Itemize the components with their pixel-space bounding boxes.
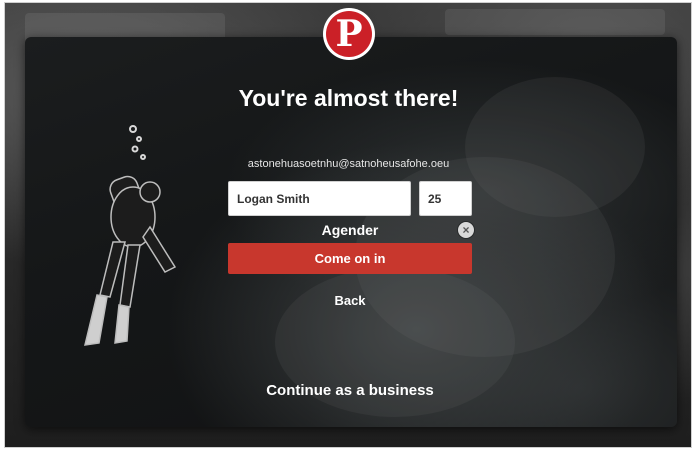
continue-as-business-link[interactable]: Continue as a business bbox=[200, 382, 500, 399]
gender-field[interactable]: Agender × bbox=[228, 221, 474, 241]
scuba-diver-image bbox=[84, 125, 177, 346]
email-address: astonehuasoetnhu@satnoheusafohe.oeu bbox=[247, 158, 450, 170]
pinterest-logo: P bbox=[323, 8, 375, 60]
page-title: You're almost there! bbox=[238, 85, 459, 111]
come-on-in-button[interactable]: Come on in bbox=[228, 243, 472, 274]
full-name-input[interactable] bbox=[228, 181, 411, 216]
screen: P You're almost there! astonehuasoetnhu@… bbox=[0, 0, 697, 452]
gender-value: Agender bbox=[321, 222, 379, 238]
back-link[interactable]: Back bbox=[300, 293, 400, 308]
age-input[interactable] bbox=[419, 181, 472, 216]
background-card bbox=[445, 9, 665, 35]
clear-gender-icon[interactable]: × bbox=[458, 222, 474, 238]
pinterest-p-icon: P bbox=[326, 11, 372, 57]
